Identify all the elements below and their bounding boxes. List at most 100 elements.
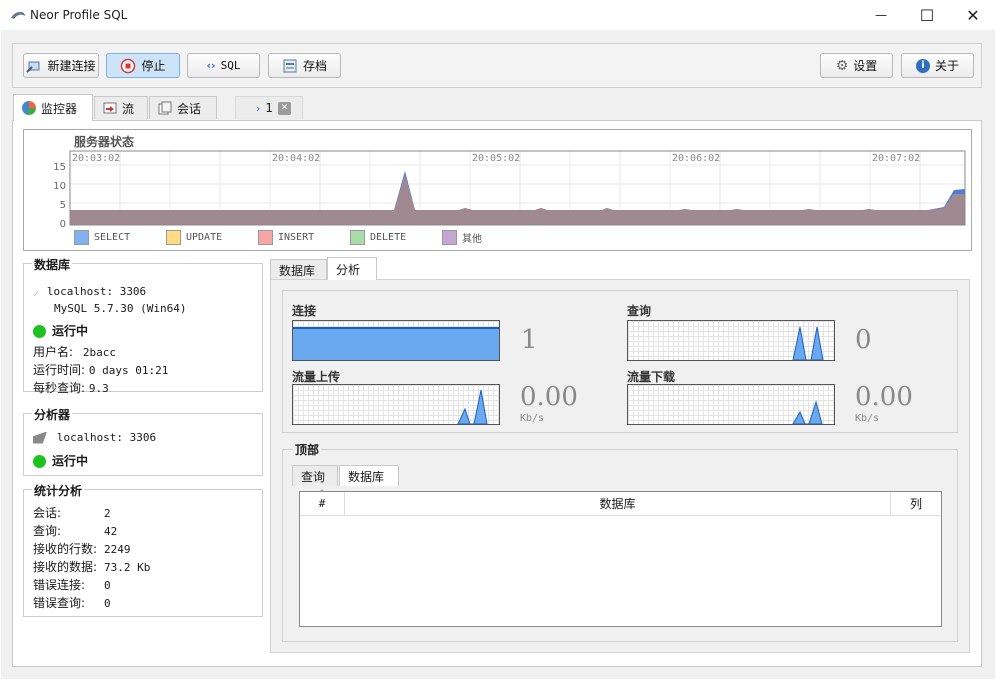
connections-label: 连接 [292, 304, 317, 318]
legend-swatch [350, 230, 365, 245]
maximize-icon: ☐ [919, 5, 935, 25]
column-header-index[interactable]: ^ # [300, 489, 345, 515]
connections-fill [293, 327, 499, 360]
tab-top-query-label: 查询 [301, 469, 326, 484]
tab-analysis[interactable]: 分析 [327, 257, 377, 280]
tab-stream-label: 流 [122, 101, 135, 116]
upload-label: 流量上传 [292, 370, 341, 384]
database-version-row: MySQL 5.7.30 (Win64) [54, 301, 186, 315]
stats-row: 错误查询: 0 [33, 594, 111, 611]
gear-icon: ⚙ [835, 57, 849, 74]
about-button[interactable]: i 关于 [901, 53, 974, 78]
legend-label: SELECT [94, 232, 131, 243]
y-tick-label: 0 [60, 219, 66, 230]
analyzer-host-row: localhost: 3306 [33, 430, 156, 444]
analyzer-group-title: 分析器 [32, 406, 73, 423]
analyzer-status-row: 运行中 [33, 452, 88, 469]
download-sparkline [792, 400, 823, 424]
tab-monitor[interactable]: 监控器 [13, 94, 93, 121]
stop-label: 停止 [141, 59, 166, 73]
x-tick-label: 20:04:02 [272, 153, 320, 164]
window-title: Neor Profile SQL [30, 8, 128, 22]
dolphin-icon: ⸝ [33, 284, 40, 298]
stats-value: 0 [104, 597, 111, 610]
column-header-columns[interactable]: 列 [891, 492, 941, 515]
stream-icon [103, 102, 117, 114]
analyzer-host: localhost: 3306 [56, 431, 157, 444]
legend-swatch [166, 230, 181, 245]
stop-icon [121, 58, 136, 73]
column-header-index-label: # [318, 497, 326, 510]
database-qps-value: 9.3 [88, 382, 109, 395]
analyzer-icon [33, 431, 47, 444]
column-header-database[interactable]: 数据库 [345, 492, 891, 515]
client-area: 新建连接 停止 ‹› SQL 存档 ⚙ 设置 i 关于 监控器 流 会话 › 1… [1, 30, 995, 679]
database-status: 运行中 [52, 324, 89, 338]
sql-label: SQL [220, 59, 241, 72]
tab-top-query[interactable]: 查询 [292, 465, 338, 486]
database-status-row: 运行中 [33, 322, 88, 339]
database-user-label: 用户名: [33, 345, 74, 359]
y-tick-label: 10 [53, 181, 66, 192]
settings-button[interactable]: ⚙ 设置 [820, 53, 893, 78]
table-header: ^ # 数据库 列 [300, 489, 941, 516]
x-tick-label: 20:03:02 [72, 153, 120, 164]
status-ok-icon [33, 325, 46, 338]
stats-label: 接收的行数: [33, 542, 98, 556]
about-label: 关于 [934, 59, 959, 73]
legend-item-update: UPDATE [166, 230, 222, 245]
download-unit: Kb/s [855, 413, 880, 424]
upload-unit: Kb/s [520, 413, 545, 424]
tab-session-label: 会话 [177, 101, 202, 116]
top-box: 顶部 查询 数据库 ^ # 数据库 列 [282, 441, 958, 642]
database-group: 数据库 ⸝ localhost: 3306 MySQL 5.7.30 (Win6… [23, 256, 263, 395]
legend-label: INSERT [278, 232, 315, 243]
y-tick-label: 15 [53, 162, 66, 173]
tab-database-label: 数据库 [279, 263, 316, 278]
close-icon: ✕ [966, 5, 980, 25]
pie-chart-icon [22, 101, 36, 115]
tab-monitor-label: 监控器 [41, 101, 78, 116]
database-user-row: 用户名: 2bacc [33, 343, 116, 360]
database-uptime-label: 运行时间: [33, 363, 86, 377]
sql-button[interactable]: ‹› SQL [187, 53, 260, 78]
analyzer-group: 分析器 localhost: 3306 运行中 [23, 406, 263, 476]
legend-item-select: SELECT [74, 230, 130, 245]
tab-stream[interactable]: 流 [94, 96, 148, 119]
stats-label: 查询: [33, 524, 62, 538]
minimize-button[interactable]: — [858, 0, 904, 30]
database-group-title: 数据库 [32, 256, 73, 273]
maximize-button[interactable]: ☐ [904, 0, 950, 30]
save-button[interactable]: 存档 [268, 53, 341, 78]
tab-close-icon[interactable]: ✕ [278, 101, 292, 115]
stats-row: 会话: 2 [33, 504, 111, 521]
tab-top-database-label: 数据库 [348, 469, 385, 484]
chevron-right-icon: › [256, 101, 261, 115]
tab-database[interactable]: 数据库 [270, 259, 327, 280]
new-connection-label: 新建连接 [47, 59, 96, 73]
toolbar: 新建连接 停止 ‹› SQL 存档 ⚙ 设置 i 关于 [12, 43, 982, 88]
legend-label: DELETE [370, 232, 407, 243]
tab-top-database[interactable]: 数据库 [339, 465, 399, 486]
tab-session-1[interactable]: › 1 ✕ [235, 96, 303, 119]
legend-item-insert: INSERT [258, 230, 314, 245]
legend-swatch [442, 230, 457, 245]
stats-value: 2249 [104, 543, 131, 556]
stats-value: 0 [104, 579, 111, 592]
monitor-panel: 服务器状态 15 10 5 0 20:03:02 20:04:02 20:05:02 20:… [12, 120, 982, 667]
upload-sparkline [457, 389, 488, 424]
tab-analysis-label: 分析 [336, 262, 361, 277]
connections-chart [292, 320, 500, 361]
database-qps-row: 每秒查询: 9.3 [33, 379, 109, 396]
stats-label: 会话: [33, 506, 62, 520]
x-tick-label: 20:05:02 [472, 153, 520, 164]
close-button[interactable]: ✕ [950, 0, 996, 30]
new-connection-button[interactable]: 新建连接 [23, 53, 99, 78]
stop-button[interactable]: 停止 [106, 53, 180, 78]
download-label: 流量下载 [627, 370, 676, 384]
upload-chart [292, 384, 500, 425]
database-user-value: 2bacc [82, 346, 116, 359]
tab-session[interactable]: 会话 [149, 96, 217, 119]
database-qps-label: 每秒查询: [33, 381, 86, 395]
sort-indicator-icon: ^ [319, 489, 325, 497]
